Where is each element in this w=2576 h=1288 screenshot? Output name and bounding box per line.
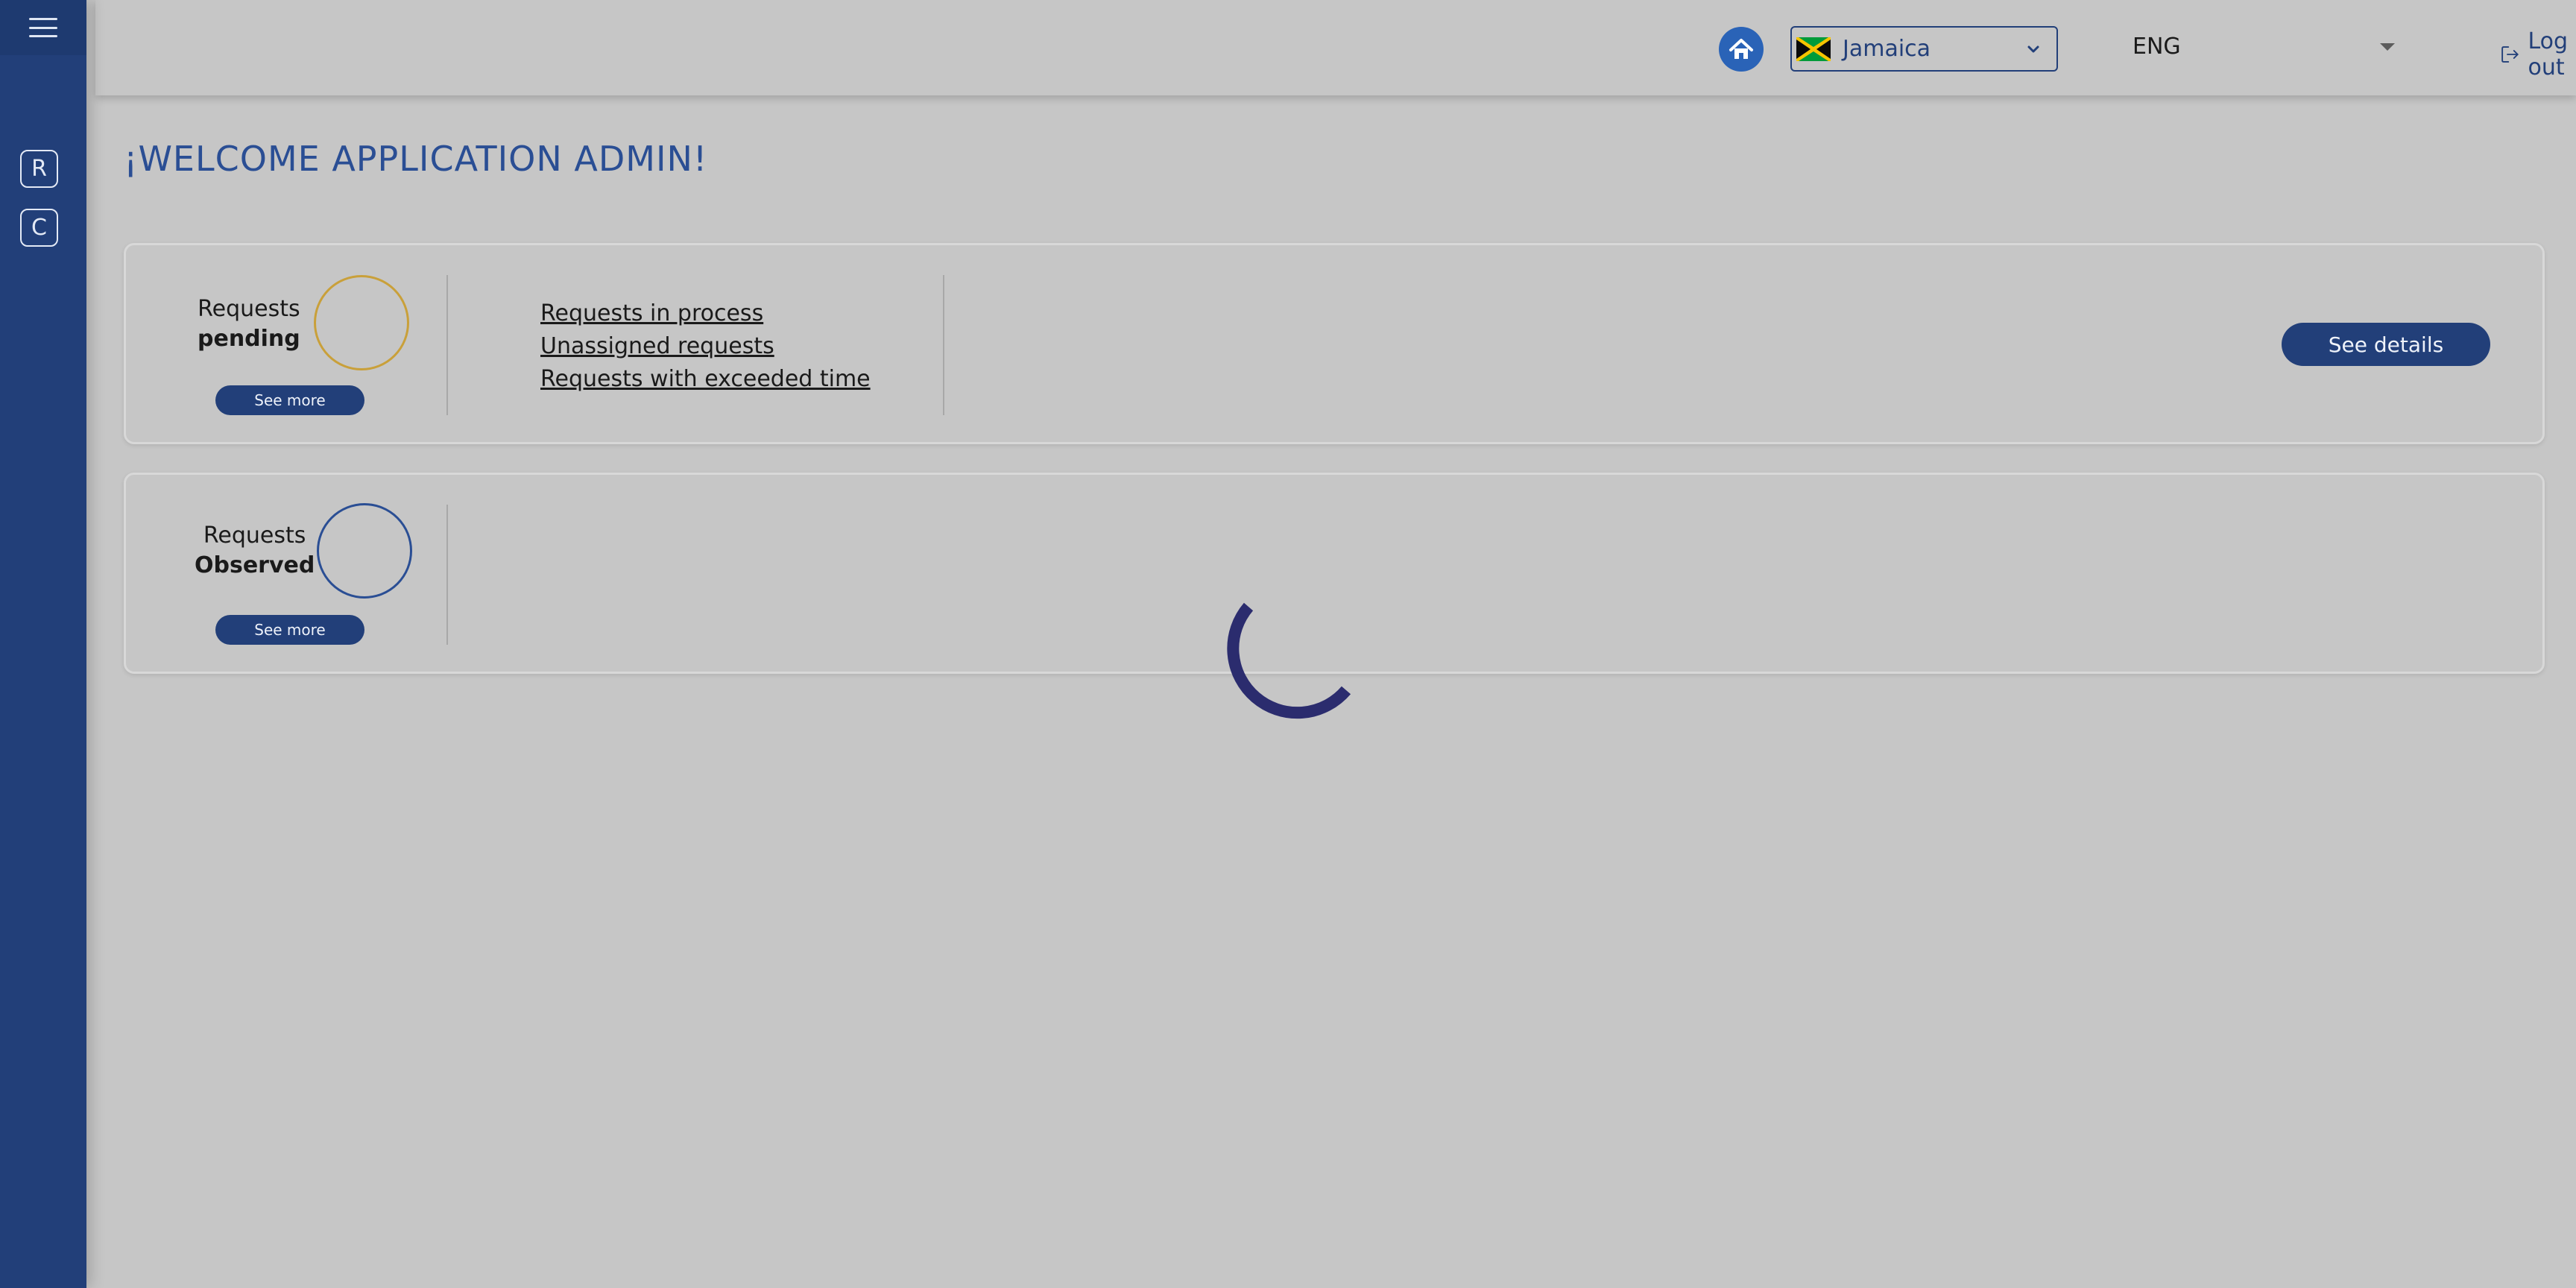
divider — [446, 505, 448, 645]
observed-see-more-button[interactable]: See more — [215, 615, 364, 645]
country-name: Jamaica — [1843, 36, 1931, 62]
observed-label-line1: Requests — [203, 523, 306, 549]
pending-count-ring — [314, 275, 409, 370]
top-bar: Jamaica ENG Log out — [95, 0, 2576, 95]
hamburger-icon — [29, 18, 57, 37]
home-icon — [1729, 39, 1753, 59]
sidebar-item-label: R — [31, 156, 47, 182]
pending-label-line1: Requests — [198, 296, 300, 322]
divider — [446, 275, 448, 415]
link-requests-exceeded-time[interactable]: Requests with exceeded time — [540, 363, 871, 396]
link-unassigned-requests[interactable]: Unassigned requests — [540, 330, 871, 363]
logout-icon — [2501, 46, 2519, 63]
pending-see-more-button[interactable]: See more — [215, 385, 364, 415]
jamaica-flag-icon — [1796, 37, 1831, 61]
menu-toggle-button[interactable] — [0, 0, 86, 55]
home-button[interactable] — [1719, 27, 1764, 72]
observed-label-line2: Observed — [195, 552, 315, 578]
pending-label-line2: pending — [198, 326, 300, 352]
pending-links: Requests in process Unassigned requests … — [540, 297, 871, 396]
divider — [943, 275, 944, 415]
logout-button[interactable]: Log out — [2500, 28, 2576, 80]
sidebar-item-r[interactable]: R — [20, 150, 58, 188]
logout-label: Log out — [2528, 28, 2569, 80]
chevron-down-icon — [2027, 45, 2039, 53]
sidebar: R C — [0, 0, 86, 1288]
country-select[interactable]: Jamaica — [1790, 26, 2058, 72]
observed-label: Requests Observed — [195, 521, 315, 581]
see-details-button[interactable]: See details — [2282, 323, 2490, 366]
link-requests-in-process[interactable]: Requests in process — [540, 297, 871, 330]
observed-count-ring — [317, 503, 412, 599]
sidebar-item-label: C — [31, 215, 47, 241]
caret-down-icon[interactable] — [2380, 43, 2395, 51]
pending-requests-card: Requests pending See more Requests in pr… — [124, 243, 2545, 444]
language-select[interactable]: ENG — [2133, 34, 2181, 60]
spinner-icon — [1227, 602, 1351, 719]
sidebar-item-c[interactable]: C — [20, 209, 58, 247]
page-title: ¡WELCOME APPLICATION ADMIN! — [124, 139, 708, 179]
pending-label: Requests pending — [198, 294, 300, 354]
